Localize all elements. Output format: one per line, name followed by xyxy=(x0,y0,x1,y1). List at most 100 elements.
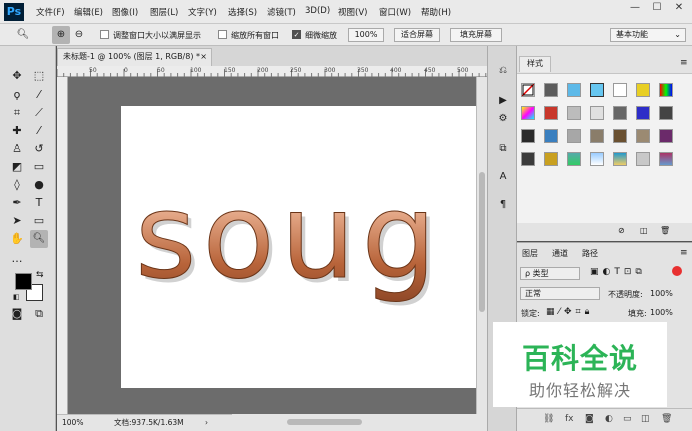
style-swatch[interactable] xyxy=(636,129,650,143)
healing-brush-icon[interactable]: ✚ xyxy=(8,122,26,140)
scrubby-zoom-checkbox[interactable]: ✓ xyxy=(292,30,301,39)
rectangle-tool-icon[interactable]: ▭ xyxy=(30,212,48,230)
close-button[interactable]: ✕ xyxy=(668,0,690,16)
menu-type[interactable]: 文字(Y) xyxy=(188,6,217,18)
vertical-scroll-thumb[interactable] xyxy=(479,172,485,312)
style-swatch[interactable] xyxy=(521,129,535,143)
horizontal-scroll-thumb[interactable] xyxy=(287,419,362,425)
hand-tool-icon[interactable]: ✋ xyxy=(8,230,26,248)
menu-file[interactable]: 文件(F) xyxy=(36,6,65,18)
clone-stamp-icon[interactable]: ♙ xyxy=(8,140,26,158)
document-canvas[interactable]: soug soug xyxy=(121,106,476,388)
lasso-tool-icon[interactable]: ϙ xyxy=(8,86,26,104)
new-style-icon[interactable]: ◫ xyxy=(640,226,648,235)
marquee-tool-icon[interactable]: ⬚ xyxy=(30,67,48,85)
tab-paths[interactable]: 路径 xyxy=(582,248,598,259)
dodge-tool-icon[interactable]: ● xyxy=(30,176,48,194)
filter-toggle-icon[interactable] xyxy=(672,266,682,276)
menu-view[interactable]: 视图(V) xyxy=(338,6,367,18)
style-swatch[interactable] xyxy=(613,129,627,143)
workspace-select[interactable]: 基本功能 ⌄ xyxy=(610,28,686,42)
menu-window[interactable]: 窗口(W) xyxy=(379,6,411,18)
path-selection-icon[interactable]: ➤ xyxy=(8,212,26,230)
style-swatch[interactable] xyxy=(544,129,558,143)
new-group-icon[interactable]: ▭ xyxy=(623,414,632,424)
more-tools-icon[interactable]: … xyxy=(8,250,26,268)
zoom-all-checkbox[interactable] xyxy=(218,30,227,39)
style-swatch[interactable] xyxy=(590,152,604,166)
gradient-tool-icon[interactable]: ▭ xyxy=(30,158,48,176)
quick-mask-icon[interactable]: ◙ xyxy=(8,305,26,323)
menu-3d[interactable]: 3D(D) xyxy=(305,6,330,16)
menu-select[interactable]: 选择(S) xyxy=(228,6,257,18)
minimize-button[interactable]: — xyxy=(624,0,646,16)
style-swatch[interactable] xyxy=(659,129,673,143)
status-zoom[interactable]: 100% xyxy=(62,415,83,430)
fill-screen-button[interactable]: 填充屏幕 xyxy=(450,28,502,42)
default-colors-icon[interactable]: ◧ xyxy=(13,293,20,301)
style-swatch[interactable] xyxy=(659,83,673,97)
zoom-value-field[interactable]: 100% xyxy=(348,28,384,42)
lock-icons[interactable]: ▦⁄✥⌗🔒︎ xyxy=(546,307,593,317)
delete-layer-icon[interactable]: 🗑︎ xyxy=(661,414,672,424)
style-swatch[interactable] xyxy=(544,106,558,120)
opacity-value[interactable]: 100% xyxy=(650,289,673,298)
style-swatch[interactable] xyxy=(636,83,650,97)
style-swatch[interactable] xyxy=(590,106,604,120)
style-swatch[interactable] xyxy=(567,152,581,166)
blur-tool-icon[interactable]: ◊ xyxy=(8,176,26,194)
layers-menu-icon[interactable]: ≡ xyxy=(680,248,688,258)
history-brush-icon[interactable]: ↺ xyxy=(30,140,48,158)
menu-filter[interactable]: 滤镜(T) xyxy=(267,6,296,18)
screen-mode-icon[interactable]: ⧉ xyxy=(30,305,48,323)
status-arrow-icon[interactable]: › xyxy=(205,415,208,430)
style-swatch[interactable] xyxy=(590,83,604,97)
link-layers-icon[interactable]: ⛓ xyxy=(543,414,554,424)
style-swatch-none[interactable] xyxy=(521,83,535,97)
resize-windows-checkbox[interactable] xyxy=(100,30,109,39)
zoom-out-icon[interactable]: ⊖ xyxy=(70,26,88,44)
fill-value[interactable]: 100% xyxy=(650,308,673,317)
blend-mode-select[interactable]: 正常 xyxy=(520,287,600,300)
pen-tool-icon[interactable]: ✒ xyxy=(8,194,26,212)
fit-screen-button[interactable]: 适合屏幕 xyxy=(394,28,440,42)
character-panel-icon[interactable]: A xyxy=(495,170,511,184)
swap-colors-icon[interactable]: ⇆ xyxy=(36,270,44,280)
style-swatch[interactable] xyxy=(544,152,558,166)
style-swatch[interactable] xyxy=(636,106,650,120)
layer-filter-icons[interactable]: ▣◐T⊡⧉ xyxy=(590,267,646,277)
paragraph-panel-icon[interactable]: ¶ xyxy=(495,198,511,212)
layer-kind-filter[interactable]: ρ 类型 xyxy=(520,267,580,280)
style-swatch[interactable] xyxy=(521,106,535,120)
style-swatch[interactable] xyxy=(613,83,627,97)
clear-style-icon[interactable]: ⊘ xyxy=(618,226,625,235)
close-tab-icon[interactable]: × xyxy=(200,49,207,65)
style-swatch[interactable] xyxy=(567,83,581,97)
maximize-button[interactable]: ☐ xyxy=(646,0,668,16)
layer-mask-icon[interactable]: ◙ xyxy=(585,414,594,424)
style-swatch[interactable] xyxy=(544,83,558,97)
panel-menu-icon[interactable]: ≡ xyxy=(680,58,688,68)
style-swatch[interactable] xyxy=(567,106,581,120)
style-swatch[interactable] xyxy=(659,152,673,166)
styles-tab[interactable]: 样式 xyxy=(519,56,551,72)
foreground-color-swatch[interactable] xyxy=(15,273,32,290)
tab-layers[interactable]: 图层 xyxy=(522,248,538,259)
type-tool-icon[interactable]: T xyxy=(30,194,48,212)
zoom-tool-icon[interactable]: 🔍︎ xyxy=(30,230,48,248)
document-tab[interactable]: 未标题-1 @ 100% (图层 1, RGB/8) * × xyxy=(57,48,212,66)
new-layer-icon[interactable]: ◫ xyxy=(641,414,650,424)
crop-tool-icon[interactable]: ⌗ xyxy=(8,104,26,122)
menu-help[interactable]: 帮助(H) xyxy=(421,6,451,18)
zoom-tool-icon[interactable]: 🔍︎ xyxy=(14,26,32,44)
style-swatch[interactable] xyxy=(521,152,535,166)
style-swatch[interactable] xyxy=(567,129,581,143)
adjustment-layer-icon[interactable]: ◐ xyxy=(605,414,613,424)
menu-layer[interactable]: 图层(L) xyxy=(150,6,178,18)
layer-style-icon[interactable]: fx xyxy=(565,414,574,424)
horizontal-scrollbar[interactable] xyxy=(232,414,487,431)
menu-edit[interactable]: 编辑(E) xyxy=(74,6,103,18)
brush-tool-icon[interactable]: ⁄ xyxy=(30,122,48,140)
actions-panel-icon[interactable]: ▶ xyxy=(495,94,511,108)
eraser-tool-icon[interactable]: ◩ xyxy=(8,158,26,176)
